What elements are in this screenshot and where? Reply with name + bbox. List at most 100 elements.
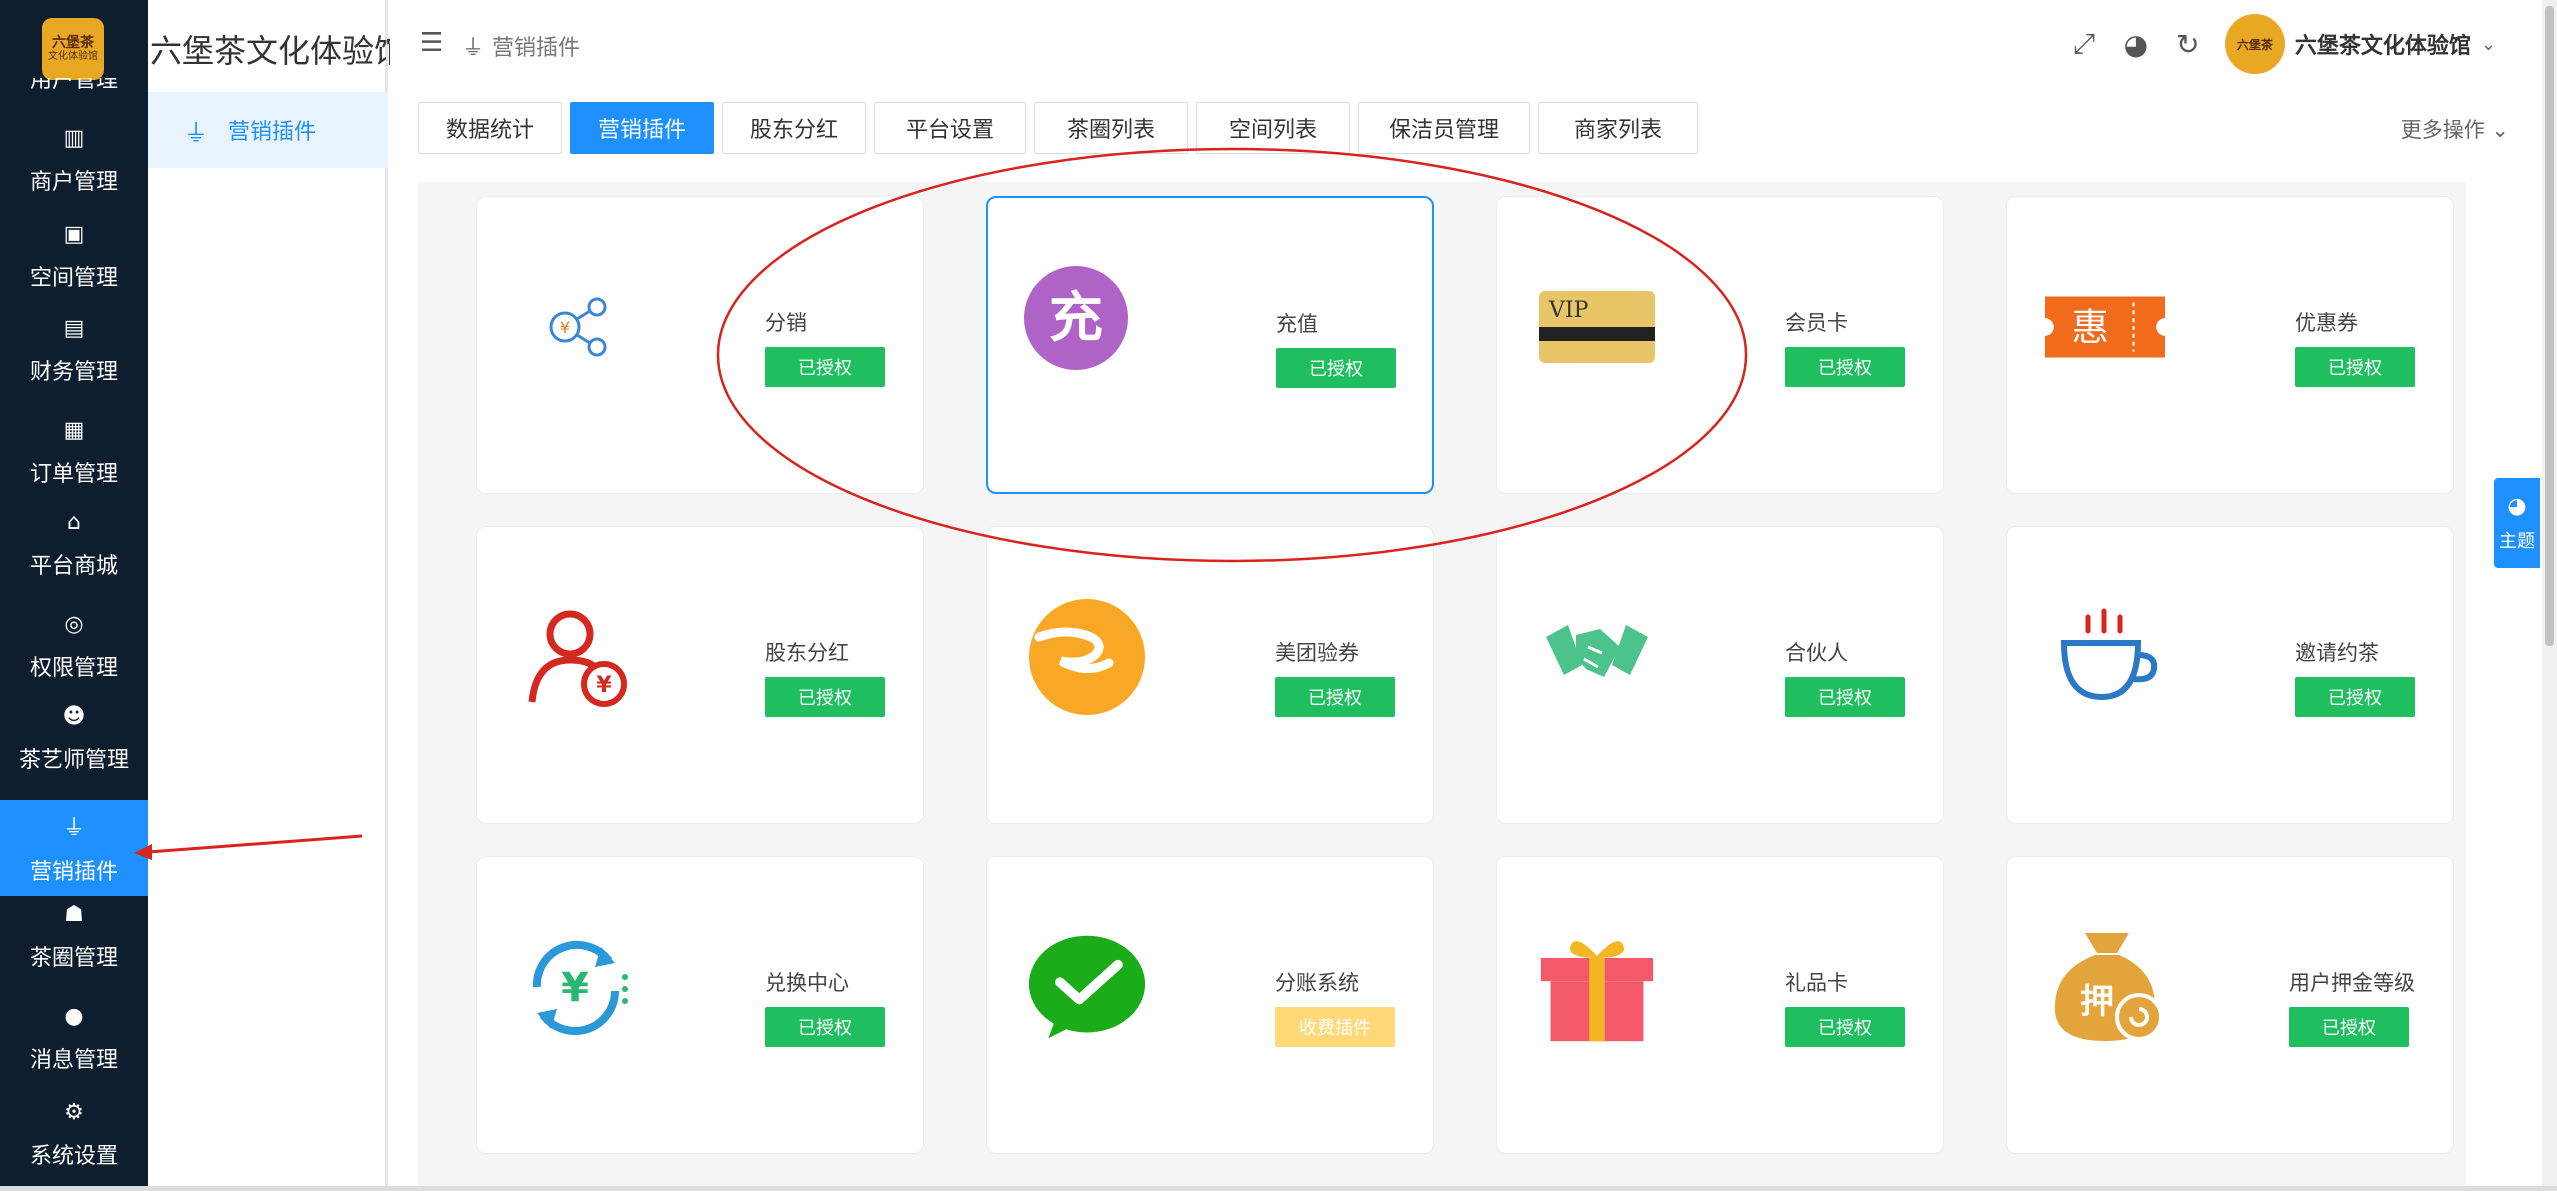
rail-item-merchants[interactable]: ▥ 商户管理: [0, 110, 148, 206]
rail-item-mall[interactable]: ⌂ 平台商城: [0, 494, 148, 590]
coupon-icon: 惠: [2045, 267, 2165, 387]
user-name[interactable]: 六堡茶文化体验馆: [2295, 28, 2471, 60]
plugin-title: 分账系统: [1275, 971, 1359, 995]
exchange-icon: ¥: [517, 927, 637, 1047]
more-actions-label: 更多操作: [2400, 118, 2485, 142]
rail-item-label: 茶圈管理: [29, 946, 118, 971]
plugin-card-shareholder-dividends[interactable]: ¥ 股东分红 已授权: [476, 526, 924, 824]
authorized-button[interactable]: 已授权: [2295, 677, 2415, 717]
deposit-bag-icon: 押: [2047, 927, 2167, 1047]
gear-icon: ⚙: [64, 1100, 84, 1125]
palette-icon: ◕: [2507, 493, 2527, 519]
tab-shareholder-dividends[interactable]: 股东分红: [722, 102, 866, 154]
rail-item-tea-artists[interactable]: ☻ 茶艺师管理: [0, 688, 148, 784]
plugin-card-partner[interactable]: 合伙人 已授权: [1496, 526, 1944, 824]
avatar[interactable]: 六堡茶: [2224, 14, 2285, 74]
plugin-title: 邀请约茶: [2295, 641, 2379, 665]
authorized-button[interactable]: 已授权: [1276, 348, 1396, 388]
rail-item-permissions[interactable]: ◎ 权限管理: [0, 596, 148, 692]
user-clock-icon: ☻: [62, 704, 86, 729]
authorized-button[interactable]: 已授权: [1785, 677, 1905, 717]
plugin-title: 美团验券: [1275, 641, 1359, 665]
chevron-down-icon[interactable]: ⌄: [2481, 34, 2496, 55]
tab-platform-settings[interactable]: 平台设置: [874, 102, 1026, 154]
tab-cleaner-management[interactable]: 保洁员管理: [1358, 102, 1530, 154]
plugin-title: 会员卡: [1785, 311, 1848, 335]
sub-item-marketing-plugins[interactable]: ⏚ 营销插件: [148, 92, 388, 168]
tab-tea-circle-list[interactable]: 茶圈列表: [1034, 102, 1188, 154]
tab-merchant-list[interactable]: 商家列表: [1538, 102, 1698, 154]
authorized-button[interactable]: 已授权: [765, 347, 885, 387]
app-root: 六堡茶 文化体验馆 用户管理 ▥ 商户管理 ▣ 空间管理 ▤ 财务管理 ▦ 订单…: [0, 0, 2557, 1191]
gift-icon: [1537, 927, 1657, 1047]
plugin-card-distribution[interactable]: ¥ 分销 已授权: [476, 196, 924, 494]
menu-toggle-icon[interactable]: ☰: [420, 28, 443, 58]
plugin-card-gift-card[interactable]: 礼品卡 已授权: [1496, 856, 1944, 1154]
authorized-button[interactable]: 已授权: [2295, 347, 2415, 387]
plugin-card-split-account[interactable]: 分账系统 收费插件: [986, 856, 1434, 1154]
theme-label: 主题: [2499, 530, 2535, 552]
wallet-icon: ▤: [63, 316, 85, 341]
authorized-button[interactable]: 已授权: [765, 1007, 885, 1047]
vip-card-icon: VIP: [1537, 267, 1657, 387]
refresh-icon[interactable]: ↻: [2173, 28, 2203, 61]
authorized-button[interactable]: 已授权: [1785, 347, 1905, 387]
plugin-title: 兑换中心: [765, 971, 849, 995]
message-icon: ●: [64, 1004, 84, 1029]
sub-sidebar-brand: 六堡茶文化体验馆: [150, 32, 407, 70]
rail-item-marketing-plugins[interactable]: ⏚ 营销插件: [0, 800, 148, 896]
plugin-grid: ¥ 分销 已授权 充 充值 已授权 VIP 会员卡 已授权 惠 优惠券 已授权 …: [418, 182, 2466, 1191]
rail-item-messages[interactable]: ● 消息管理: [0, 988, 148, 1084]
rail-item-orders[interactable]: ▦ 订单管理: [0, 402, 148, 498]
rail-item-label: 茶艺师管理: [18, 748, 129, 773]
palette-icon[interactable]: ◕: [2121, 28, 2151, 61]
more-actions-dropdown[interactable]: 更多操作 ⌄: [2401, 114, 2509, 144]
tea-cup-icon: [2047, 597, 2167, 717]
rail-item-finance[interactable]: ▤ 财务管理: [0, 300, 148, 396]
avatar-text: 六堡茶: [2236, 37, 2273, 52]
scrollbar-thumb[interactable]: [2545, 6, 2554, 646]
clipboard-icon: ▦: [63, 418, 85, 443]
logo-text-top: 六堡茶: [52, 34, 94, 51]
users-icon: ☗: [64, 902, 84, 927]
top-header: ☰ ⏚ 营销插件 ⤢ ◕ ↻ 六堡茶 六堡茶文化体验馆 ⌄: [390, 0, 2540, 88]
authorized-button[interactable]: 已授权: [2289, 1007, 2409, 1047]
authorized-button[interactable]: 已授权: [1785, 1007, 1905, 1047]
rail-item-label: 空间管理: [29, 266, 118, 291]
rail-item-label: 权限管理: [29, 656, 118, 681]
rail-item-tea-circle[interactable]: ☗ 茶圈管理: [0, 886, 148, 982]
paid-plugin-button[interactable]: 收费插件: [1275, 1007, 1395, 1047]
rail-item-partial-label[interactable]: 用户管理: [0, 78, 148, 100]
tab-data-stats[interactable]: 数据统计: [418, 102, 562, 154]
breadcrumb: ⏚ 营销插件: [462, 30, 580, 62]
plugin-card-coupon[interactable]: 惠 优惠券 已授权: [2006, 196, 2454, 494]
plugin-card-meituan-verify[interactable]: 美团验券 已授权: [986, 526, 1434, 824]
wechat-pay-icon: [1027, 927, 1147, 1047]
svg-text:惠: 惠: [2072, 305, 2109, 349]
plugin-title: 充值: [1276, 312, 1318, 336]
plugin-card-exchange-center[interactable]: ¥ 兑换中心 已授权: [476, 856, 924, 1154]
plugin-title: 合伙人: [1785, 641, 1848, 665]
authorized-button[interactable]: 已授权: [1275, 677, 1395, 717]
theme-switch-button[interactable]: ◕ 主题: [2494, 478, 2540, 568]
store-icon: ▥: [63, 126, 85, 151]
recharge-icon: 充: [1016, 258, 1136, 378]
svg-text:充: 充: [1049, 286, 1103, 349]
tab-marketing-plugins[interactable]: 营销插件: [570, 102, 714, 154]
plugin-card-recharge[interactable]: 充 充值 已授权: [986, 196, 1434, 494]
rail-item-spaces[interactable]: ▣ 空间管理: [0, 206, 148, 302]
authorized-button[interactable]: 已授权: [765, 677, 885, 717]
plugin-card-user-deposit-level[interactable]: 押 用户押金等级 已授权: [2006, 856, 2454, 1154]
shareholder-icon: ¥: [517, 597, 637, 717]
handshake-icon: [1537, 597, 1657, 717]
page-scrollbar[interactable]: [2542, 0, 2557, 1191]
rail-item-label: 消息管理: [29, 1048, 118, 1073]
chevron-down-icon: ⌄: [2491, 118, 2509, 142]
tab-space-list[interactable]: 空间列表: [1196, 102, 1350, 154]
plugin-card-member-card[interactable]: VIP 会员卡 已授权: [1496, 196, 1944, 494]
plugin-card-invite-tea[interactable]: 邀请约茶 已授权: [2006, 526, 2454, 824]
rail-item-settings[interactable]: ⚙ 系统设置: [0, 1084, 148, 1180]
share-icon: ¥: [517, 267, 637, 387]
plug-icon: ⏚: [462, 36, 485, 61]
fullscreen-icon[interactable]: ⤢: [2069, 27, 2099, 61]
